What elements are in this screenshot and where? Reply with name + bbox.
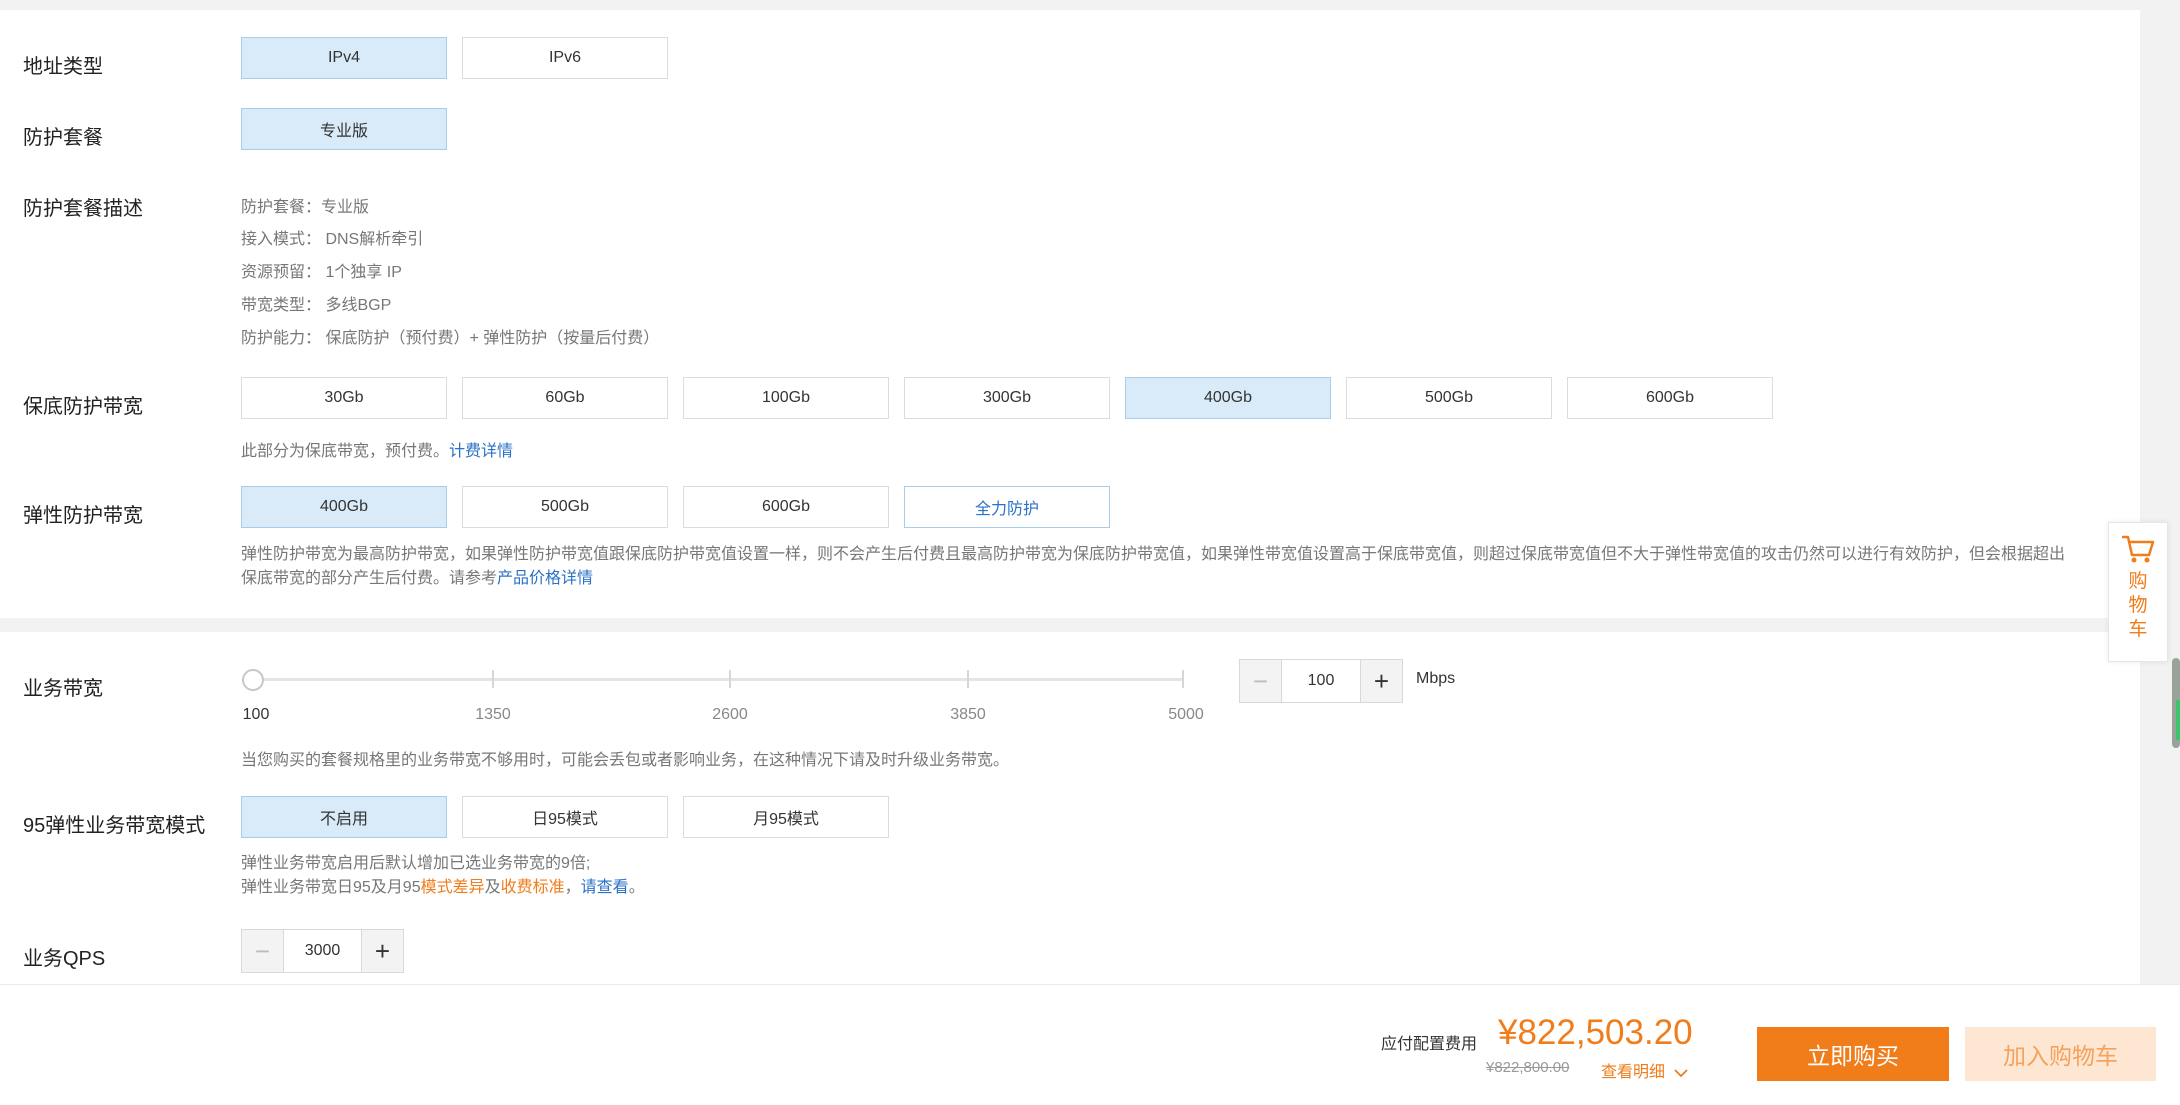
- scrollbar-highlight: [2176, 700, 2180, 740]
- elastic-mode-off-option[interactable]: 不启用: [241, 796, 447, 838]
- address-type-ipv4-option[interactable]: IPv4: [241, 37, 447, 79]
- slider-tick: [729, 670, 731, 688]
- package-desc-line: 防护能力： 保底防护（预付费）+ 弹性防护（按量后付费）: [241, 330, 660, 347]
- plus-icon[interactable]: +: [1360, 660, 1402, 702]
- elastic-mode-note-text: 。: [628, 879, 645, 896]
- package-pro-option[interactable]: 专业版: [241, 108, 447, 150]
- minus-icon[interactable]: −: [242, 930, 284, 972]
- order-footer: 应付配置费用 ¥822,503.20 ¥822,800.00 查看明细 立即购买…: [0, 984, 2180, 1105]
- slider-tick-label: 5000: [1168, 706, 1204, 723]
- business-bandwidth-label: 业务带宽: [23, 678, 103, 700]
- package-desc-line: 接入模式： DNS解析牵引: [241, 231, 424, 248]
- total-price: ¥822,503.20: [1498, 1013, 1693, 1052]
- address-type-label: 地址类型: [23, 56, 103, 78]
- elastic-bandwidth-500gb-option[interactable]: 500Gb: [462, 486, 668, 528]
- cart-label-char: 购: [2128, 571, 2148, 592]
- address-type-ipv6-option[interactable]: IPv6: [462, 37, 668, 79]
- base-bandwidth-30gb-option[interactable]: 30Gb: [241, 377, 447, 419]
- qps-input[interactable]: [284, 930, 361, 972]
- base-bandwidth-300gb-option[interactable]: 300Gb: [904, 377, 1110, 419]
- elastic-mode-note-text: ，: [564, 879, 581, 896]
- business-bandwidth-note: 当您购买的套餐规格里的业务带宽不够用时，可能会丢包或者影响业务，在这种情况下请及…: [241, 752, 1010, 769]
- package-desc-label: 防护套餐描述: [23, 198, 143, 220]
- base-bandwidth-500gb-option[interactable]: 500Gb: [1346, 377, 1552, 419]
- minus-icon[interactable]: −: [1240, 660, 1282, 702]
- elastic-mode-note-line1: 弹性业务带宽启用后默认增加已选业务带宽的9倍;: [241, 855, 591, 872]
- add-to-cart-button[interactable]: 加入购物车: [1965, 1027, 2156, 1081]
- slider-tick-label: 100: [242, 706, 270, 723]
- package-label: 防护套餐: [23, 127, 103, 149]
- slider-tick: [967, 670, 969, 688]
- base-bandwidth-60gb-option[interactable]: 60Gb: [462, 377, 668, 419]
- package-desc-line: 资源预留： 1个独享 IP: [241, 264, 402, 281]
- view-detail-link[interactable]: 查看明细: [1601, 1058, 1689, 1082]
- cart-label-char: 车: [2128, 619, 2148, 640]
- fee-label: 应付配置费用: [1381, 1036, 1478, 1053]
- qps-stepper: − +: [241, 929, 404, 973]
- base-bandwidth-note-text: 此部分为保底带宽，预付费。: [241, 443, 450, 460]
- elastic-mode-note: 弹性业务带宽启用后默认增加已选业务带宽的9倍; 弹性业务带宽日95及月95模式差…: [241, 852, 645, 900]
- elastic-mode-note-text: 及: [484, 879, 501, 896]
- elastic-bandwidth-label: 弹性防护带宽: [23, 505, 143, 527]
- business-bandwidth-slider-handle[interactable]: [242, 669, 264, 691]
- view-detail-label: 查看明细: [1601, 1064, 1666, 1081]
- business-bandwidth-unit: Mbps: [1416, 670, 1456, 687]
- view-details-link[interactable]: 请查看: [581, 879, 629, 896]
- business-bandwidth-slider-track[interactable]: [253, 678, 1183, 681]
- base-bandwidth-100gb-option[interactable]: 100Gb: [683, 377, 889, 419]
- elastic-bandwidth-full-option[interactable]: 全力防护: [904, 486, 1110, 528]
- qps-label: 业务QPS: [23, 948, 106, 970]
- slider-tick: [1182, 670, 1184, 688]
- elastic-bandwidth-400gb-option[interactable]: 400Gb: [241, 486, 447, 528]
- elastic-bandwidth-note-line2: 保底带宽的部分产生后付费。请参考产品价格详情: [241, 567, 2101, 591]
- elastic-bandwidth-note-line2-text: 保底带宽的部分产生后付费。请参考: [241, 570, 498, 587]
- elastic-mode-note-line2: 弹性业务带宽日95及月95模式差异及收费标准，请查看。: [241, 876, 645, 900]
- package-desc-line: 带宽类型： 多线BGP: [241, 297, 392, 314]
- elastic-bandwidth-note: 弹性防护带宽为最高防护带宽，如果弹性防护带宽值跟保底防护带宽值设置一样，则不会产…: [241, 543, 2101, 591]
- price-details-link[interactable]: 产品价格详情: [497, 570, 593, 587]
- plus-icon[interactable]: +: [361, 930, 403, 972]
- slider-tick-label: 1350: [475, 706, 511, 723]
- billing-details-link[interactable]: 计费详情: [449, 443, 513, 460]
- slider-tick: [492, 670, 494, 688]
- package-desc-line: 防护套餐：专业版: [241, 199, 370, 216]
- base-bandwidth-note: 此部分为保底带宽，预付费。计费详情: [241, 437, 513, 461]
- slider-tick-label: 3850: [950, 706, 986, 723]
- slider-tick-label: 2600: [712, 706, 748, 723]
- elastic-bandwidth-note-line1: 弹性防护带宽为最高防护带宽，如果弹性防护带宽值跟保底防护带宽值设置一样，则不会产…: [241, 546, 2066, 563]
- chevron-down-icon: [1674, 1069, 1689, 1078]
- elastic-mode-note-text: 弹性业务带宽日95及月95: [241, 879, 421, 896]
- base-bandwidth-600gb-option[interactable]: 600Gb: [1567, 377, 1773, 419]
- elastic-mode-monthly-option[interactable]: 月95模式: [683, 796, 889, 838]
- cart-icon: [2122, 535, 2155, 563]
- base-bandwidth-label: 保底防护带宽: [23, 396, 143, 418]
- base-bandwidth-400gb-option[interactable]: 400Gb: [1125, 377, 1331, 419]
- mode-difference-link[interactable]: 模式差异: [421, 879, 485, 896]
- original-price: ¥822,800.00: [1486, 1059, 1570, 1076]
- floating-cart-button[interactable]: 购 物 车: [2108, 522, 2168, 662]
- elastic-mode-daily-option[interactable]: 日95模式: [462, 796, 668, 838]
- business-bandwidth-input[interactable]: [1282, 660, 1360, 702]
- business-bandwidth-stepper: − +: [1239, 659, 1403, 703]
- elastic-mode-label: 95弹性业务带宽模式: [23, 815, 206, 837]
- buy-now-button[interactable]: 立即购买: [1757, 1027, 1949, 1081]
- elastic-bandwidth-600gb-option[interactable]: 600Gb: [683, 486, 889, 528]
- fee-standard-link[interactable]: 收费标准: [501, 879, 565, 896]
- cart-label-char: 物: [2128, 595, 2148, 616]
